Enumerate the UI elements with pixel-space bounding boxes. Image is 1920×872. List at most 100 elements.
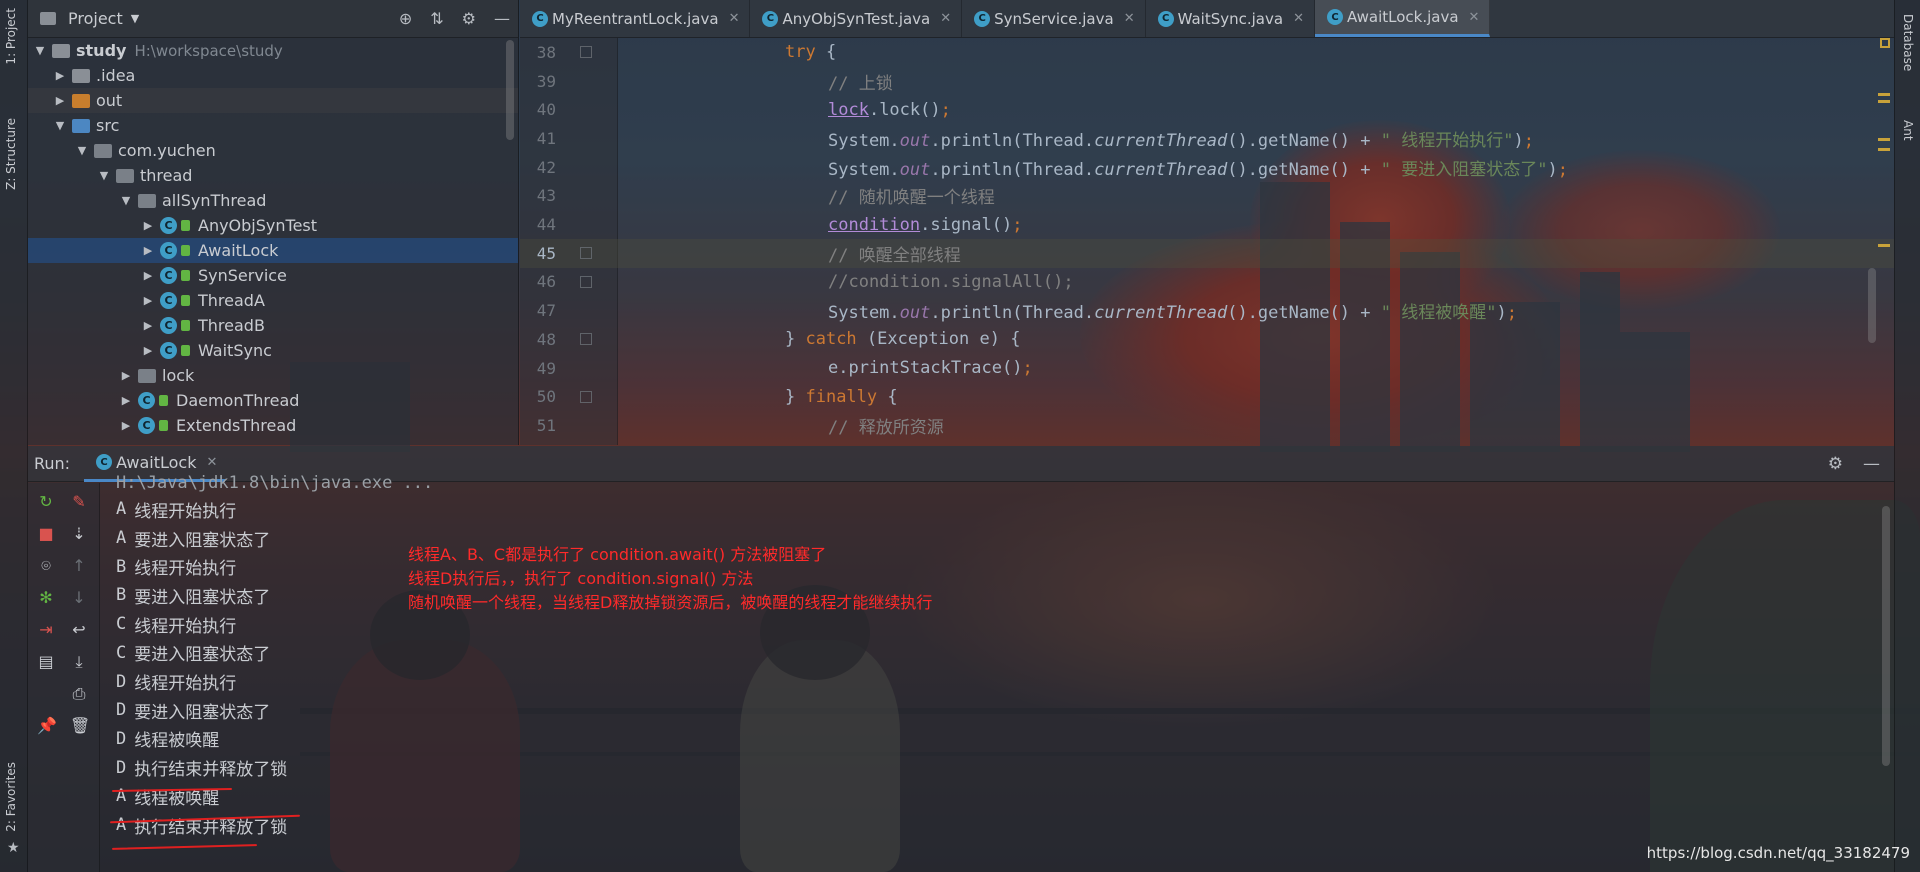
tree-item-anyobjsyntest[interactable]: ▶ C AnyObjSynTest <box>28 213 518 238</box>
tree-item-threada[interactable]: ▶ C ThreadA <box>28 288 518 313</box>
structure-tool-tab[interactable]: Z: Structure <box>4 118 18 190</box>
exit-icon[interactable]: ⇥ <box>37 621 55 639</box>
collapse-all-icon[interactable]: ⇅ <box>430 9 443 28</box>
tree-item-out[interactable]: ▶ out <box>28 88 518 113</box>
expanded-arrow-icon[interactable]: ▼ <box>118 194 134 207</box>
tree-item-label: ThreadB <box>198 316 265 335</box>
fold-marker-icon[interactable] <box>580 275 592 288</box>
tree-item-awaitlock[interactable]: ▶ C AwaitLock <box>28 238 518 263</box>
tab-waitsync[interactable]: C WaitSync.java ✕ <box>1146 0 1315 37</box>
tree-item-waitsync[interactable]: ▶ C WaitSync <box>28 338 518 363</box>
expanded-arrow-icon[interactable]: ▼ <box>52 119 68 132</box>
collapsed-arrow-icon[interactable]: ▶ <box>140 319 156 332</box>
code-area[interactable]: 38 try { 39 // 上锁 40 lock.lock(); 41 Sys… <box>520 38 1894 445</box>
tree-item-src[interactable]: ▼ src <box>28 113 518 138</box>
edit-config-icon[interactable]: ✎ <box>70 493 88 511</box>
stop-icon[interactable]: ■ <box>37 525 55 543</box>
console-line: A 执行结束并释放了锁 <box>116 811 287 840</box>
tree-item-allsynthread[interactable]: ▼ allSynThread <box>28 188 518 213</box>
fold-marker-icon[interactable] <box>580 333 592 346</box>
collapsed-arrow-icon[interactable]: ▶ <box>52 69 68 82</box>
project-tool-tab[interactable]: 1: Project <box>4 8 18 65</box>
fold-marker-icon[interactable] <box>580 46 592 59</box>
collapsed-arrow-icon[interactable]: ▶ <box>118 394 134 407</box>
command-text: H:\Java\jdk1.8\bin\java.exe ... <box>116 473 434 494</box>
line-number: 41 <box>536 128 556 148</box>
expanded-arrow-icon[interactable]: ▼ <box>32 44 48 57</box>
warning-marker[interactable] <box>1878 244 1890 247</box>
inspection-status-icon[interactable] <box>1880 38 1890 48</box>
layout-icon[interactable]: ▤ <box>37 653 55 671</box>
chevron-down-icon[interactable]: ▼ <box>131 12 139 25</box>
collapsed-arrow-icon[interactable]: ▶ <box>140 269 156 282</box>
minimize-icon[interactable]: — <box>494 9 510 28</box>
close-icon[interactable]: ✕ <box>206 455 217 470</box>
tree-item-study[interactable]: ▼ study H:\workspace\study <box>28 38 518 63</box>
debug-icon[interactable]: ✻ <box>37 589 55 607</box>
tree-scrollbar[interactable] <box>506 40 514 140</box>
editor-scrollbar[interactable] <box>1868 268 1876 343</box>
trash-icon[interactable]: 🗑 <box>70 717 90 735</box>
console-output[interactable]: H:\Java\jdk1.8\bin\java.exe ... A 线程开始执行… <box>110 473 1864 872</box>
minimize-icon[interactable]: — <box>1863 454 1880 474</box>
star-icon[interactable]: ★ <box>7 840 20 856</box>
warning-marker[interactable] <box>1878 138 1890 141</box>
tree-item-daemonthread[interactable]: ▶ C DaemonThread <box>28 388 518 413</box>
gear-icon[interactable]: ⚙ <box>1828 454 1843 474</box>
rerun-icon[interactable]: ↻ <box>37 493 55 511</box>
soft-wrap-icon[interactable]: ↩ <box>70 621 88 639</box>
gear-icon[interactable]: ⚙ <box>462 9 476 28</box>
tab-myreentrantlock[interactable]: C MyReentrantLock.java ✕ <box>520 0 751 37</box>
tree-item-idea[interactable]: ▶ .idea <box>28 63 518 88</box>
tree-item-extendsthread[interactable]: ▶ C ExtendsThread <box>28 413 518 438</box>
expanded-arrow-icon[interactable]: ▼ <box>96 169 112 182</box>
database-tool-tab[interactable]: Database <box>1901 14 1915 71</box>
tree-item-lock[interactable]: ▶ lock <box>28 363 518 388</box>
tree-item-thread[interactable]: ▼ thread <box>28 163 518 188</box>
scroll-to-end-icon[interactable]: ⤓ <box>70 653 88 671</box>
error-stripe[interactable] <box>1874 38 1894 445</box>
locate-icon[interactable]: ⊕ <box>399 9 412 28</box>
tree-item-threadb[interactable]: ▶ C ThreadB <box>28 313 518 338</box>
ant-tool-tab[interactable]: Ant <box>1901 120 1915 141</box>
collapsed-arrow-icon[interactable]: ▶ <box>118 369 134 382</box>
collapsed-arrow-icon[interactable]: ▶ <box>118 419 134 432</box>
project-panel-title[interactable]: Project <box>68 9 123 28</box>
expanded-arrow-icon[interactable]: ▼ <box>74 144 90 157</box>
scroll-down-icon[interactable]: ⇣ <box>70 525 88 543</box>
console-scrollbar[interactable] <box>1882 506 1890 766</box>
up-arrow-icon[interactable]: ↑ <box>70 557 88 575</box>
code-line: 42 System.out.println(Thread.currentThre… <box>520 153 1894 182</box>
close-icon[interactable]: ✕ <box>729 11 740 26</box>
tab-synservice[interactable]: C SynService.java ✕ <box>962 0 1146 37</box>
java-class-icon: C <box>762 10 779 27</box>
code-line: 40 lock.lock(); <box>520 95 1894 124</box>
warning-marker[interactable] <box>1878 100 1890 103</box>
tab-awaitlock[interactable]: C AwaitLock.java ✕ <box>1314 0 1491 37</box>
close-icon[interactable]: ✕ <box>940 11 951 26</box>
close-icon[interactable]: ✕ <box>1469 10 1480 25</box>
fold-marker-icon[interactable] <box>580 247 592 260</box>
java-class-icon: C <box>160 342 177 359</box>
close-icon[interactable]: ✕ <box>1124 11 1135 26</box>
collapsed-arrow-icon[interactable]: ▶ <box>140 344 156 357</box>
camera-icon[interactable]: ⌾ <box>37 557 55 575</box>
close-icon[interactable]: ✕ <box>1293 11 1304 26</box>
tree-item-synservice[interactable]: ▶ C SynService <box>28 263 518 288</box>
print-icon[interactable]: ⎙ <box>70 685 88 703</box>
warning-marker[interactable] <box>1878 93 1890 96</box>
collapsed-arrow-icon[interactable]: ▶ <box>140 244 156 257</box>
fold-marker-icon[interactable] <box>580 390 592 403</box>
down-arrow-icon[interactable]: ↓ <box>70 589 88 607</box>
tree-item-com-yuchen[interactable]: ▼ com.yuchen <box>28 138 518 163</box>
thread-name: C <box>116 642 127 663</box>
project-panel-header: Project ▼ ⊕ ⇅ ⚙ — <box>28 0 518 38</box>
collapsed-arrow-icon[interactable]: ▶ <box>140 219 156 232</box>
favorites-tool-tab[interactable]: 2: Favorites <box>4 762 18 832</box>
collapsed-arrow-icon[interactable]: ▶ <box>52 94 68 107</box>
collapsed-arrow-icon[interactable]: ▶ <box>140 294 156 307</box>
tab-anyobjsyntest[interactable]: C AnyObjSynTest.java ✕ <box>750 0 963 37</box>
tree-item-label: SynService <box>198 266 287 285</box>
pin-icon[interactable]: 📌 <box>37 717 57 735</box>
warning-marker[interactable] <box>1878 148 1890 151</box>
